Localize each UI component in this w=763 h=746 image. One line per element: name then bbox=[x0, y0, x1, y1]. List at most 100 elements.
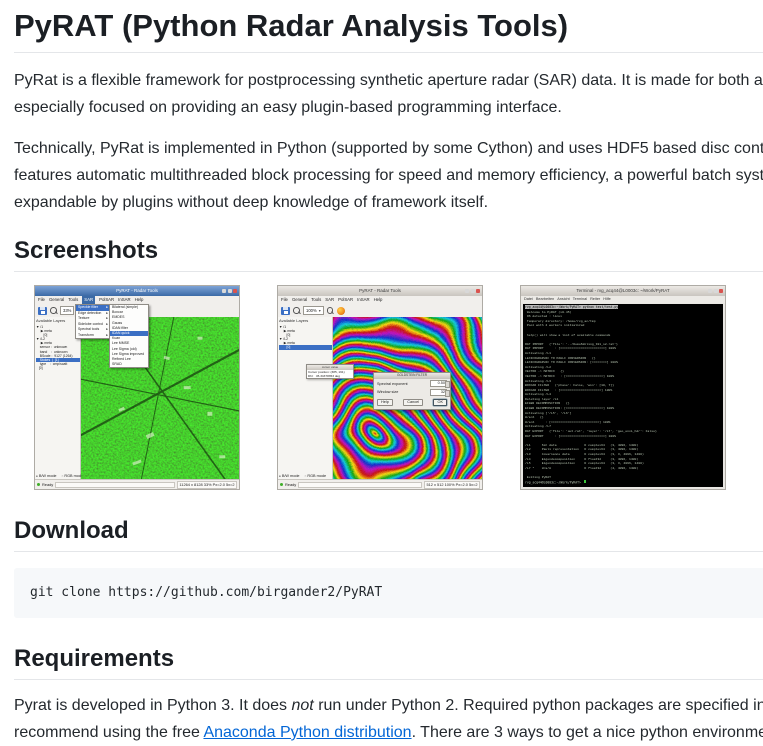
window-size-input: 32 bbox=[430, 389, 447, 396]
bw-mode-radio: B/W mode bbox=[279, 474, 300, 478]
rgb-mode-radio: RGB mode bbox=[305, 474, 327, 478]
requirements-line-1: Pyrat is developed in Python 3. It does … bbox=[14, 692, 763, 719]
menubar: FileGeneralToolsSARPolSARInSARHelp bbox=[278, 296, 482, 304]
menu-item: File bbox=[281, 296, 288, 304]
zoom-in-icon bbox=[327, 307, 334, 314]
intro-line-1: PyRat is a flexible framework for postpr… bbox=[14, 67, 763, 94]
app-icon bbox=[337, 307, 345, 315]
maximize-icon bbox=[471, 289, 475, 293]
requirements-paragraph: Pyrat is developed in Python 3. It does … bbox=[14, 692, 763, 746]
menu-item: General bbox=[49, 296, 64, 304]
menu-item: SAR bbox=[82, 296, 95, 304]
ok-button: OK bbox=[433, 399, 447, 407]
window-buttons bbox=[465, 289, 480, 293]
intro-paragraph: PyRat is a flexible framework for postpr… bbox=[14, 67, 763, 121]
window-title: PyRAT - Radar Tools bbox=[116, 288, 158, 293]
minimize-icon bbox=[465, 289, 469, 293]
goldstein-filter-dialog: GOLDSTEIN FILTER Spectral exponent 0.50 … bbox=[373, 372, 451, 410]
ready-indicator-icon bbox=[280, 483, 283, 486]
menu-item: Ansicht bbox=[557, 296, 569, 303]
help-button: Help bbox=[377, 399, 393, 407]
menu-item: Tools bbox=[311, 296, 321, 304]
menu-item: Reiter bbox=[590, 296, 600, 303]
code-block: git clone https://github.com/birgander2/… bbox=[14, 568, 763, 618]
readme-page: PyRAT (Python Radar Analysis Tools) PyRa… bbox=[0, 0, 763, 746]
window-buttons bbox=[708, 289, 723, 293]
tech-line-2: features automatic multithreaded block p… bbox=[14, 162, 763, 189]
page-title: PyRAT (Python Radar Analysis Tools) bbox=[14, 6, 763, 53]
minimize-icon bbox=[222, 289, 226, 293]
menubar: FileGeneralToolsSARPolSARInSARHelp bbox=[35, 296, 239, 304]
anaconda-link[interactable]: Anaconda Python distribution bbox=[203, 724, 411, 741]
panel-title: Available Layers bbox=[36, 318, 80, 323]
layers-panel: Available Layers ▼ /1 ▶ meta [0]▼ /L2 ▶ … bbox=[278, 317, 333, 479]
screenshot-1-link[interactable]: PyRAT - Radar Tools FileGeneralToolsSARP… bbox=[34, 285, 240, 490]
tooltip-line: DN: 45.34378353 deg bbox=[307, 374, 353, 378]
window-title: PyRAT - Radar Tools bbox=[359, 288, 401, 293]
menu-item: Hilfe bbox=[603, 296, 611, 303]
menu-item: General bbox=[292, 296, 307, 304]
bw-mode-radio: B/W mode bbox=[36, 474, 57, 478]
zoom-icon bbox=[293, 307, 300, 314]
window-titlebar: PyRAT - Radar Tools bbox=[278, 286, 482, 296]
dialog-row: Window size 32 bbox=[374, 387, 450, 396]
terminal-output: rvg_acq44@L0003c:~/Work/PyRAT> python te… bbox=[523, 304, 723, 487]
menu-item: InSAR bbox=[118, 296, 130, 304]
sar-image-canvas bbox=[81, 317, 239, 479]
maximize-icon bbox=[714, 289, 718, 293]
window-buttons bbox=[222, 289, 237, 293]
statusbar: Ready 11264 x 8128 33% Px=2.0 5x=2 bbox=[35, 479, 239, 489]
window-titlebar: PyRAT - Radar Tools bbox=[35, 286, 239, 296]
terminal-body: Welcome to PyRAT (v0.45) OS detected : l… bbox=[525, 310, 721, 480]
close-icon bbox=[476, 289, 480, 293]
statusbar: Ready 512 x 512 100% Px=2.0 5x=2 bbox=[278, 479, 482, 489]
zoom-level: 33% bbox=[60, 306, 74, 315]
status-text: Ready bbox=[42, 482, 53, 487]
screenshot-2-link[interactable]: PyRAT - Radar Tools FileGeneralToolsSARP… bbox=[277, 285, 483, 490]
status-spacer bbox=[298, 482, 422, 488]
menu-item: File bbox=[38, 296, 45, 304]
cursor-value-tooltip: cursor value Cursor position: (385, 191)… bbox=[306, 364, 354, 379]
mode-radios: B/W mode RGB mode bbox=[279, 474, 326, 478]
screenshots-row: PyRAT - Radar Tools File General Tools SAR P… bbox=[34, 285, 763, 490]
layer-tree: ▼ /1 ▶ meta [0]▼ /L2 ▶ meta sensor : unk… bbox=[36, 325, 80, 371]
status-spacer bbox=[55, 482, 175, 488]
menu-item: SAR bbox=[325, 296, 334, 304]
minimize-icon bbox=[708, 289, 712, 293]
dropdown-item: Transform bbox=[76, 333, 110, 339]
layers-panel: Available Layers ▼ /1 ▶ meta [0]▼ /L2 ▶ … bbox=[35, 317, 81, 479]
panel-title: Available Layers bbox=[279, 318, 332, 323]
rgb-mode-radio: RGB mode bbox=[62, 474, 84, 478]
screenshot-3-link[interactable]: Terminal - rvg_acq44@L0003c: ~/Work/PyRA… bbox=[520, 285, 726, 490]
git-clone-command: git clone https://github.com/birgander2/… bbox=[30, 584, 763, 602]
dialog-row: Spectral exponent 0.50 bbox=[374, 379, 450, 388]
status-info: 512 x 512 100% Px=2.0 5x=2 bbox=[424, 481, 480, 489]
technical-paragraph: Technically, PyRat is implemented in Pyt… bbox=[14, 135, 763, 216]
menu-item: Tools bbox=[68, 296, 78, 304]
screenshots-heading: Screenshots bbox=[14, 236, 763, 272]
submenu-item: SRAD bbox=[110, 362, 148, 367]
close-icon bbox=[233, 289, 237, 293]
zoom-level-combo: 100% bbox=[303, 306, 324, 315]
menu-item: Datei bbox=[524, 296, 533, 303]
cancel-button: Cancel bbox=[403, 399, 423, 407]
menu-item: Help bbox=[374, 296, 383, 304]
layer-tree: ▼ /1 ▶ meta [0]▼ /L2 ▶ meta [0] bbox=[279, 325, 332, 350]
download-heading: Download bbox=[14, 516, 763, 552]
requirements-heading: Requirements bbox=[14, 644, 763, 680]
zoom-icon bbox=[50, 307, 57, 314]
maximize-icon bbox=[228, 289, 232, 293]
toolbar: 100% bbox=[278, 304, 482, 318]
terminal-cursor-icon bbox=[584, 480, 586, 483]
mode-radios: B/W mode RGB mode bbox=[36, 474, 83, 478]
save-icon bbox=[281, 307, 290, 315]
sar-menu-dropdown: Speckle filterEdge detectionTextureSidel… bbox=[75, 304, 111, 339]
tree-row: [0] bbox=[279, 345, 332, 349]
dialog-buttons: Help Cancel OK bbox=[374, 396, 450, 409]
field-label: Window size bbox=[377, 390, 398, 394]
tech-line-1: Technically, PyRat is implemented in Pyt… bbox=[14, 135, 763, 162]
intro-line-2: especially focused on providing an easy … bbox=[14, 94, 763, 121]
speckle-filter-submenu: Bilateral (simple)BoxcarEMDESGaussIDAN f… bbox=[109, 304, 149, 368]
tech-line-3: expandable by plugins without deep knowl… bbox=[14, 189, 763, 216]
save-icon bbox=[38, 307, 47, 315]
